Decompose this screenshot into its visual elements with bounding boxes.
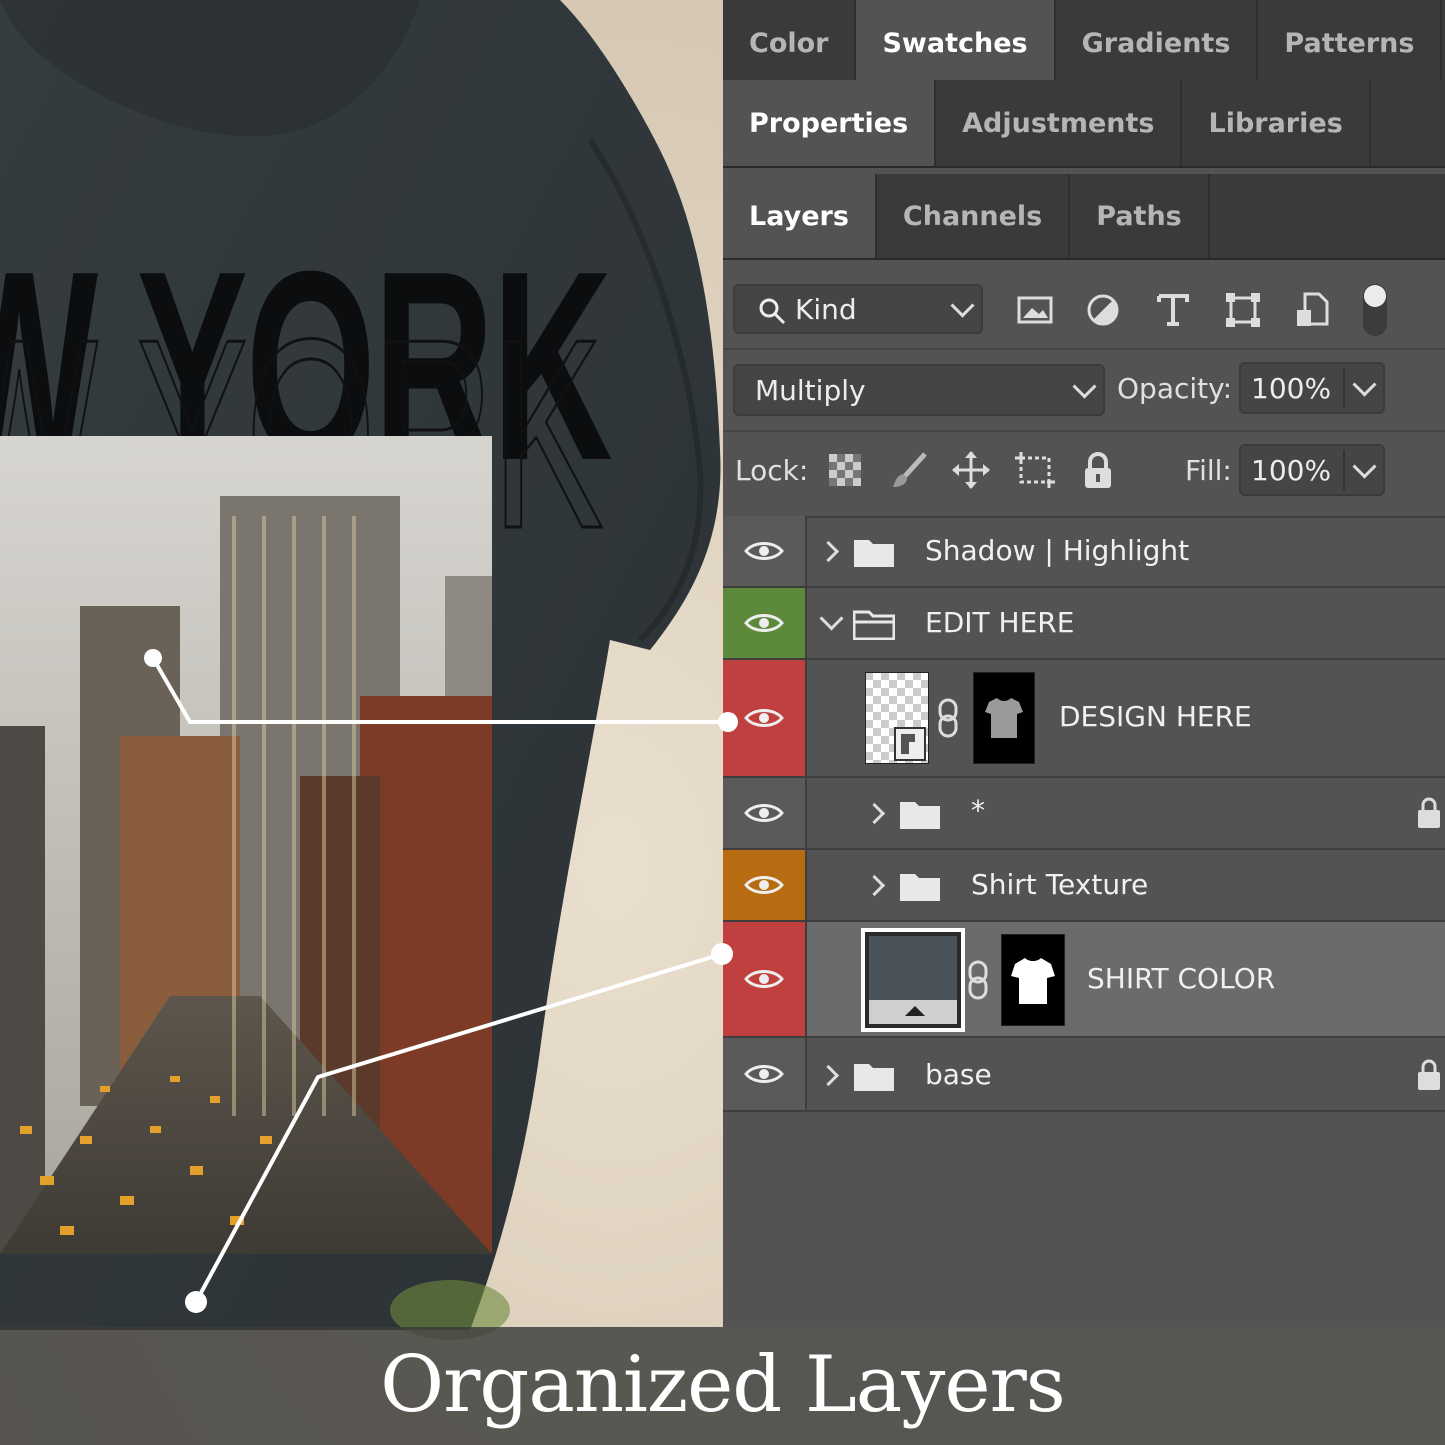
- eye-icon: [744, 709, 784, 727]
- layer-name: DESIGN HERE: [1059, 700, 1252, 733]
- lock-transparent-icon[interactable]: [827, 452, 863, 488]
- lock-position-icon[interactable]: [951, 450, 991, 490]
- layer-row-asterisk[interactable]: *: [723, 778, 1445, 850]
- layer-name: Shirt Texture: [971, 868, 1149, 901]
- layer-name: SHIRT COLOR: [1087, 962, 1276, 995]
- mockup-preview: W YORK W YORK: [0, 0, 723, 1445]
- fill-value: 100%: [1251, 453, 1332, 487]
- blend-mode-value: Multiply: [755, 373, 866, 407]
- tab-paths[interactable]: Paths: [1070, 174, 1210, 258]
- folder-icon: [900, 874, 940, 901]
- visibility-toggle[interactable]: [723, 778, 807, 848]
- link-icon[interactable]: [937, 698, 959, 738]
- adjustment-filter-icon[interactable]: [1083, 290, 1123, 330]
- fill-swatch: [869, 936, 957, 1000]
- tab-gradients[interactable]: Gradients: [1056, 0, 1259, 86]
- eye-icon: [744, 1065, 784, 1083]
- layer-thumbnail-smart-object: [865, 672, 929, 764]
- filter-toggle-knob: [1364, 285, 1386, 307]
- opacity-field[interactable]: 100%: [1239, 362, 1385, 414]
- tab-color[interactable]: Color: [723, 0, 857, 86]
- type-filter-icon[interactable]: [1153, 290, 1193, 330]
- search-icon: [759, 298, 786, 325]
- layer-thumbnail-fill: [861, 928, 965, 1032]
- tab-patterns[interactable]: Patterns: [1258, 0, 1443, 86]
- visibility-toggle[interactable]: [723, 1038, 807, 1110]
- visibility-toggle[interactable]: [723, 588, 807, 658]
- layer-row-design-here[interactable]: DESIGN HERE: [723, 660, 1445, 778]
- layer-mask-thumbnail: [1001, 934, 1065, 1026]
- tab-channels[interactable]: Channels: [877, 174, 1071, 258]
- tab-libraries[interactable]: Libraries: [1182, 80, 1371, 166]
- city-print-image: [0, 436, 492, 1254]
- caption-text: Organized Layers: [380, 1340, 1066, 1430]
- field-divider: [1343, 368, 1345, 408]
- chevron-down-icon: [1072, 374, 1097, 399]
- eye-icon: [744, 876, 784, 894]
- filter-kind-label: Kind: [795, 292, 857, 326]
- eye-icon: [744, 970, 784, 988]
- opacity-value: 100%: [1251, 371, 1332, 405]
- layer-mask-thumbnail: [973, 672, 1035, 764]
- chevron-right-icon[interactable]: [863, 874, 886, 897]
- chevron-down-icon: [950, 293, 975, 318]
- filter-kind-dropdown[interactable]: Kind: [733, 284, 983, 334]
- link-icon[interactable]: [967, 960, 989, 1000]
- smart-object-filter-icon[interactable]: [1293, 290, 1333, 330]
- chevron-down-icon[interactable]: [819, 606, 844, 631]
- chevron-right-icon[interactable]: [863, 802, 886, 825]
- tabrow-color: Color Swatches Gradients Patterns: [723, 0, 1445, 88]
- shape-filter-icon[interactable]: [1223, 290, 1263, 330]
- folder-icon: [854, 540, 894, 567]
- lock-icon: [1418, 1059, 1440, 1090]
- folder-icon: [900, 802, 940, 829]
- layer-row-shadow-highlight[interactable]: Shadow | Highlight: [723, 516, 1445, 588]
- blend-mode-dropdown[interactable]: Multiply: [733, 364, 1105, 416]
- layer-row-base[interactable]: base: [723, 1038, 1445, 1112]
- lock-label: Lock:: [735, 454, 809, 487]
- eye-icon: [744, 614, 784, 632]
- folder-open-icon: [853, 610, 895, 640]
- layer-row-shirt-texture[interactable]: Shirt Texture: [723, 850, 1445, 922]
- field-divider: [1343, 450, 1345, 490]
- tab-swatches[interactable]: Swatches: [856, 0, 1056, 86]
- layer-name: EDIT HERE: [925, 606, 1075, 639]
- visibility-toggle[interactable]: [723, 516, 807, 586]
- chevron-right-icon[interactable]: [817, 1064, 840, 1087]
- triangle-icon: [905, 1006, 925, 1016]
- lock-artboard-icon[interactable]: [1013, 450, 1057, 490]
- fill-label: Fill:: [1185, 454, 1232, 487]
- tabrow-properties: Properties Adjustments Libraries: [723, 80, 1445, 168]
- visibility-toggle[interactable]: [723, 922, 807, 1036]
- tab-properties[interactable]: Properties: [723, 80, 937, 166]
- layer-row-edit-here[interactable]: EDIT HERE: [723, 588, 1445, 660]
- filter-toggle[interactable]: [1363, 284, 1387, 336]
- chevron-down-icon: [1352, 454, 1377, 479]
- chevron-down-icon: [1352, 372, 1377, 397]
- tabrow-layers: Layers Channels Paths: [723, 174, 1445, 260]
- fill-indicator-bar: [869, 1000, 957, 1024]
- lock-icon: [1418, 797, 1440, 828]
- image-filter-icon[interactable]: [1015, 290, 1055, 330]
- fill-field[interactable]: 100%: [1239, 444, 1385, 496]
- lock-all-icon[interactable]: [1081, 452, 1115, 490]
- lock-image-icon[interactable]: [889, 450, 929, 490]
- chevron-right-icon[interactable]: [817, 540, 840, 563]
- layer-row-shirt-color[interactable]: SHIRT COLOR: [723, 922, 1445, 1038]
- visibility-toggle[interactable]: [723, 850, 807, 920]
- visibility-toggle[interactable]: [723, 660, 807, 776]
- tab-layers[interactable]: Layers: [723, 174, 877, 258]
- layer-name: base: [925, 1058, 992, 1091]
- tab-adjustments[interactable]: Adjustments: [936, 80, 1183, 166]
- photoshop-panel: Color Swatches Gradients Patterns Proper…: [723, 0, 1445, 1327]
- eye-icon: [744, 542, 784, 560]
- layer-name: Shadow | Highlight: [925, 534, 1190, 567]
- layer-name: *: [971, 794, 985, 827]
- opacity-label: Opacity:: [1117, 372, 1233, 405]
- eye-icon: [744, 804, 784, 822]
- folder-icon: [854, 1064, 894, 1091]
